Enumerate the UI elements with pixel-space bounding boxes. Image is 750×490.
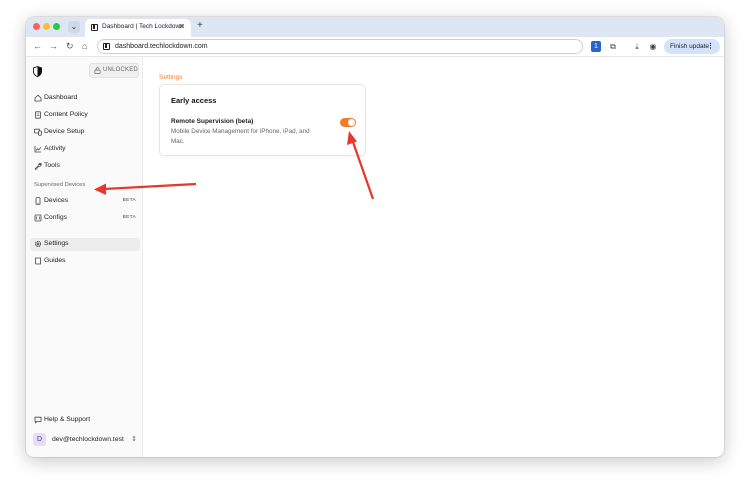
toggle-knob [348, 119, 355, 126]
user-email: dev@techlockdown.test [52, 436, 124, 443]
sidebar-item-settings[interactable]: Settings [30, 238, 140, 251]
sidebar-item-activity[interactable]: Activity [30, 143, 140, 156]
user-menu[interactable]: D dev@techlockdown.test ⇕ [30, 431, 140, 449]
chart-icon [34, 146, 42, 153]
tab-close-icon[interactable]: ✕ [178, 22, 185, 31]
main-panel: Settings Early access Remote Supervision… [144, 57, 724, 457]
gear-icon [34, 240, 42, 248]
remote-supervision-toggle[interactable] [340, 118, 356, 127]
page-title: Settings [159, 74, 183, 81]
lock-status-button[interactable]: UNLOCKED [89, 63, 139, 78]
supervised-devices-heading: Supervised Devices [34, 182, 86, 188]
extensions-icon[interactable]: ⧉ [608, 41, 618, 52]
remote-supervision-description: Mobile Device Management for iPhone, iPa… [171, 128, 310, 145]
sidebar-item-label: Dashboard [44, 94, 78, 101]
password-manager-icon[interactable]: 1 [591, 41, 601, 52]
early-access-card: Early access Remote Supervision (beta) M… [159, 84, 366, 156]
sidebar-item-label: Tools [44, 162, 60, 169]
remote-supervision-title: Remote Supervision (beta) [171, 118, 254, 125]
sidebar-item-label: Devices [44, 197, 69, 204]
home-button-icon[interactable]: ⌂ [82, 41, 87, 52]
sidebar-item-label: Content Policy [44, 111, 88, 118]
sidebar: UNLOCKED Dashboard Content Policy Device… [26, 57, 143, 457]
sidebar-item-configs[interactable]: Configs BETA [30, 212, 140, 225]
sidebar-item-label: Activity [44, 145, 66, 152]
browser-window: ⌄ Dashboard | Tech Lockdown ✕ + ← → ↻ ⌂ … [26, 17, 724, 457]
sidebar-item-content-policy[interactable]: Content Policy [30, 109, 140, 122]
wrench-icon [34, 163, 42, 170]
browser-menu-icon[interactable]: ⋮ [707, 39, 714, 54]
home-icon [34, 94, 42, 102]
chat-bubble-icon [34, 416, 42, 424]
minimize-window-button[interactable] [43, 23, 50, 30]
beta-badge: BETA [122, 215, 136, 220]
book-icon [35, 257, 41, 265]
sidebar-item-label: Settings [44, 240, 69, 247]
help-support-label: Help & Support [44, 416, 91, 423]
chevron-up-down-icon[interactable]: ⇕ [131, 435, 137, 443]
profile-icon[interactable]: ◉ [648, 41, 658, 52]
screenshot-stage: ⌄ Dashboard | Tech Lockdown ✕ + ← → ↻ ⌂ … [0, 0, 750, 490]
maximize-window-button[interactable] [53, 23, 60, 30]
shield-logo-icon [33, 66, 42, 77]
sidebar-item-label: Guides [44, 257, 66, 264]
sidebar-item-tools[interactable]: Tools [30, 160, 140, 173]
devices-icon [34, 128, 42, 136]
download-icon[interactable]: ⤓ [632, 41, 642, 52]
avatar: D [33, 433, 46, 446]
site-info-icon[interactable] [103, 43, 110, 50]
finish-update-button[interactable]: Finish update ⋮ [664, 39, 720, 54]
reload-icon[interactable]: ↻ [66, 41, 74, 52]
sidebar-item-device-setup[interactable]: Device Setup [30, 126, 140, 139]
tab-search-button[interactable]: ⌄ [68, 21, 80, 33]
phone-icon [35, 197, 41, 205]
card-title: Early access [171, 96, 217, 105]
finish-update-label: Finish update [670, 43, 710, 50]
address-bar[interactable]: dashboard.techlockdown.com [97, 39, 583, 54]
tab-strip: ⌄ Dashboard | Tech Lockdown ✕ + [26, 17, 724, 37]
sidebar-item-guides[interactable]: Guides [30, 255, 140, 268]
tab-title: Dashboard | Tech Lockdown [102, 23, 184, 30]
browser-toolbar: ← → ↻ ⌂ dashboard.techlockdown.com 1 ⧉ ⤓… [26, 37, 724, 57]
document-icon [35, 111, 41, 119]
sidebar-item-devices[interactable]: Devices BETA [30, 195, 140, 208]
close-window-button[interactable] [33, 23, 40, 30]
tab-dashboard[interactable]: Dashboard | Tech Lockdown ✕ [85, 19, 191, 37]
forward-icon[interactable]: → [49, 41, 58, 52]
beta-badge: BETA [122, 198, 136, 203]
app-content: UNLOCKED Dashboard Content Policy Device… [26, 57, 724, 457]
address-text[interactable]: dashboard.techlockdown.com [115, 43, 208, 50]
unlock-icon [94, 67, 101, 74]
site-favicon-icon [91, 24, 98, 31]
help-support-link[interactable]: Help & Support [30, 414, 140, 427]
lock-status-label: UNLOCKED [103, 67, 138, 73]
sidebar-item-label: Configs [44, 214, 68, 221]
sliders-icon [34, 214, 42, 222]
back-icon[interactable]: ← [33, 41, 42, 52]
sidebar-item-dashboard[interactable]: Dashboard [30, 92, 140, 105]
sidebar-item-label: Device Setup [44, 128, 85, 135]
new-tab-button[interactable]: + [197, 20, 203, 32]
